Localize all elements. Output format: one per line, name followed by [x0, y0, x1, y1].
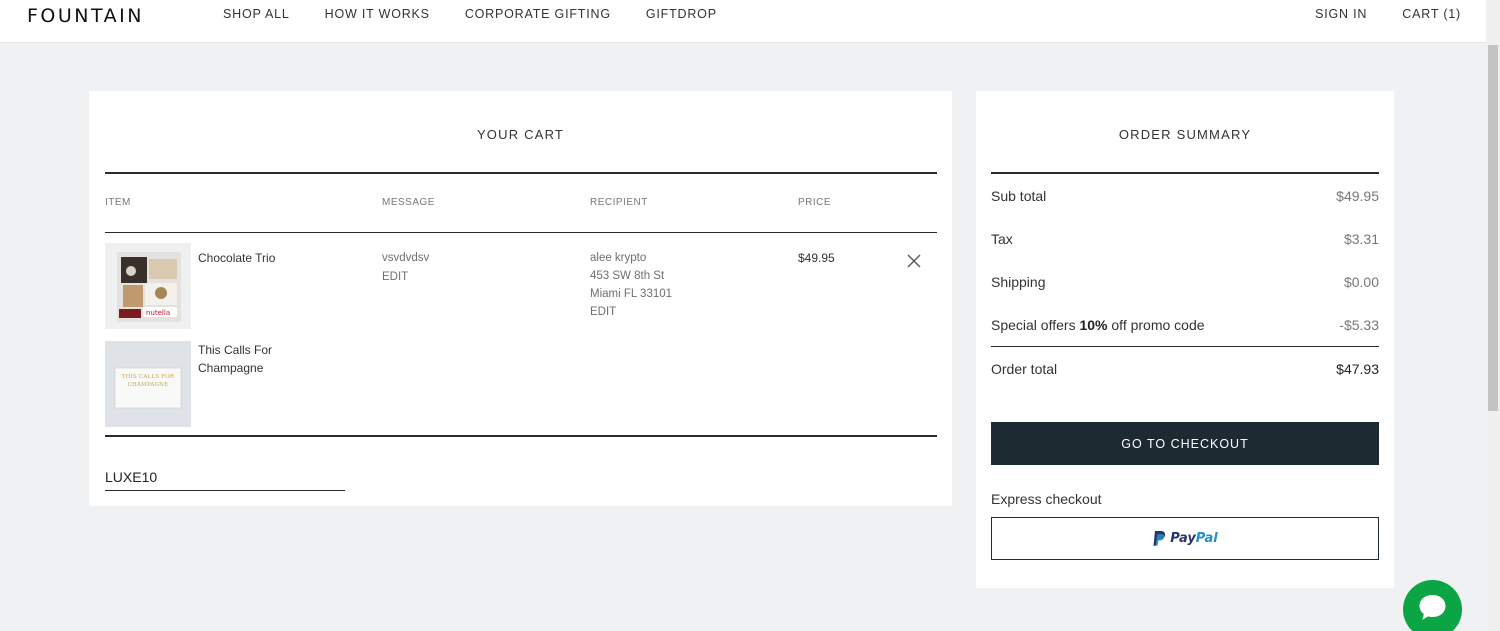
shipping-value: $0.00: [1343, 274, 1379, 290]
tax-label: Tax: [991, 231, 1013, 247]
nav-giftdrop[interactable]: GIFTDROP: [646, 7, 717, 21]
nav-how-it-works[interactable]: HOW IT WORKS: [325, 7, 430, 21]
divider: [105, 232, 937, 233]
scrollbar-thumb[interactable]: [1488, 45, 1498, 411]
sign-in-link[interactable]: SIGN IN: [1315, 7, 1367, 21]
order-total-label: Order total: [991, 361, 1058, 377]
special-offer-value: -$5.33: [1339, 317, 1379, 333]
recipient-address-line2: Miami FL 33101: [590, 288, 673, 300]
special-offer-label: Special offers 10% off promo code: [991, 317, 1205, 333]
subtotal-label: Sub total: [991, 188, 1047, 204]
shipping-row: Shipping $0.00: [991, 274, 1379, 290]
svg-text:nutella: nutella: [146, 309, 170, 317]
express-checkout-label: Express checkout: [991, 491, 1102, 507]
subtotal-row: Sub total $49.95: [991, 188, 1379, 204]
main-nav: SHOP ALL HOW IT WORKS CORPORATE GIFTING …: [223, 7, 752, 21]
recipient-address-line1: 453 SW 8th St: [590, 270, 665, 282]
order-total-row: Order total $47.93: [991, 361, 1379, 377]
edit-recipient-link[interactable]: EDIT: [590, 303, 616, 321]
page-scrollbar[interactable]: [1486, 0, 1500, 631]
remove-item-close-icon[interactable]: [906, 253, 922, 269]
site-logo[interactable]: FOUNTAIN: [27, 5, 144, 27]
edit-message-link[interactable]: EDIT: [382, 268, 408, 286]
chocolate-box-image: nutella: [105, 243, 191, 329]
nav-shop-all[interactable]: SHOP ALL: [223, 7, 290, 21]
divider: [991, 346, 1379, 347]
card-lettering: THIS CALLS FOR CHAMPAGNE: [121, 374, 175, 388]
subtotal-value: $49.95: [1336, 188, 1379, 204]
divider: [991, 172, 1379, 174]
cart-title: YOUR CART: [476, 127, 565, 142]
tax-row: Tax $3.31: [991, 231, 1379, 247]
order-total-value: $47.93: [1336, 361, 1379, 377]
go-to-checkout-button[interactable]: GO TO CHECKOUT: [991, 422, 1379, 465]
recipient-name: alee krypto: [590, 252, 647, 264]
paypal-icon: [1153, 531, 1166, 546]
shipping-label: Shipping: [991, 274, 1046, 290]
tax-value: $3.31: [1343, 231, 1379, 247]
divider: [105, 435, 937, 437]
nav-corporate-gifting[interactable]: CORPORATE GIFTING: [465, 7, 611, 21]
column-header-price: PRICE: [798, 197, 832, 208]
gift-message: vsvdvdsv: [382, 252, 430, 264]
special-offer-row: Special offers 10% off promo code -$5.33: [991, 317, 1379, 333]
column-header-item: ITEM: [105, 197, 131, 208]
promo-code-input[interactable]: [105, 463, 345, 491]
order-summary-panel: ORDER SUMMARY Sub total $49.95 Tax $3.31…: [976, 91, 1394, 588]
paypal-button[interactable]: PayPal: [991, 517, 1379, 560]
item-price: $49.95: [798, 251, 835, 265]
column-header-recipient: RECIPIENT: [590, 197, 648, 208]
cart-panel: YOUR CART ITEM MESSAGE RECIPIENT PRICE n…: [89, 91, 952, 506]
paypal-logo-text: PayPal: [1170, 531, 1218, 546]
site-header: FOUNTAIN SHOP ALL HOW IT WORKS CORPORATE…: [0, 0, 1486, 43]
item-name: This Calls For Champagne: [198, 343, 273, 375]
divider: [105, 172, 937, 174]
summary-title: ORDER SUMMARY: [1118, 127, 1252, 142]
chat-bubble-icon[interactable]: [1403, 580, 1462, 631]
account-nav: SIGN IN CART (1): [1280, 7, 1461, 21]
column-header-message: MESSAGE: [382, 197, 435, 208]
item-name: Chocolate Trio: [198, 251, 276, 265]
cart-link[interactable]: CART (1): [1402, 7, 1461, 21]
